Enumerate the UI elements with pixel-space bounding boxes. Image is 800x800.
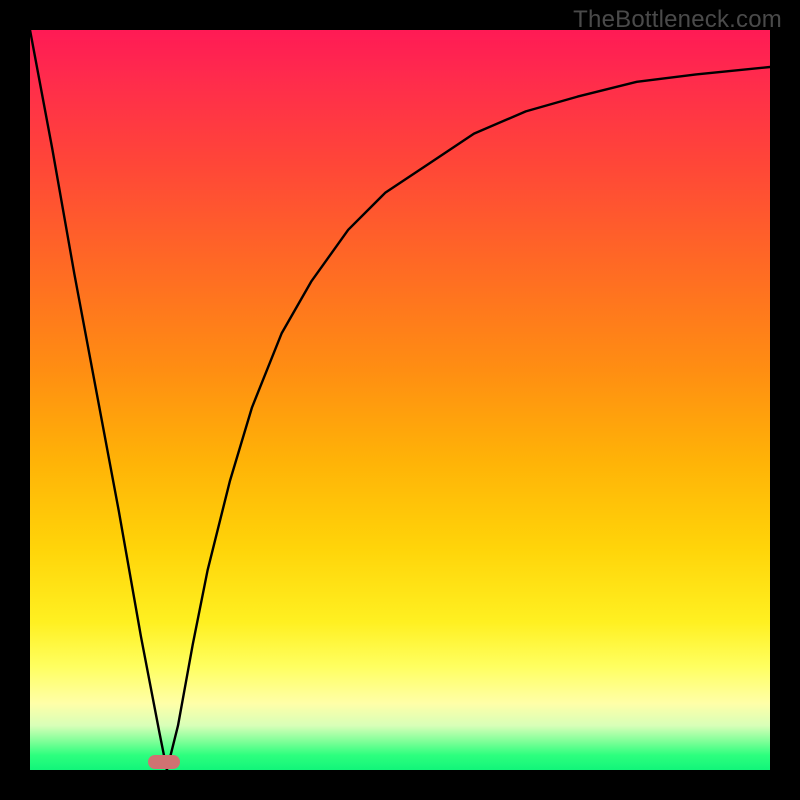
plot-area [30, 30, 770, 770]
bottleneck-curve [30, 30, 770, 770]
minimum-marker [148, 755, 180, 769]
curve-path [30, 30, 770, 770]
chart-frame: TheBottleneck.com [0, 0, 800, 800]
watermark-text: TheBottleneck.com [573, 6, 782, 34]
